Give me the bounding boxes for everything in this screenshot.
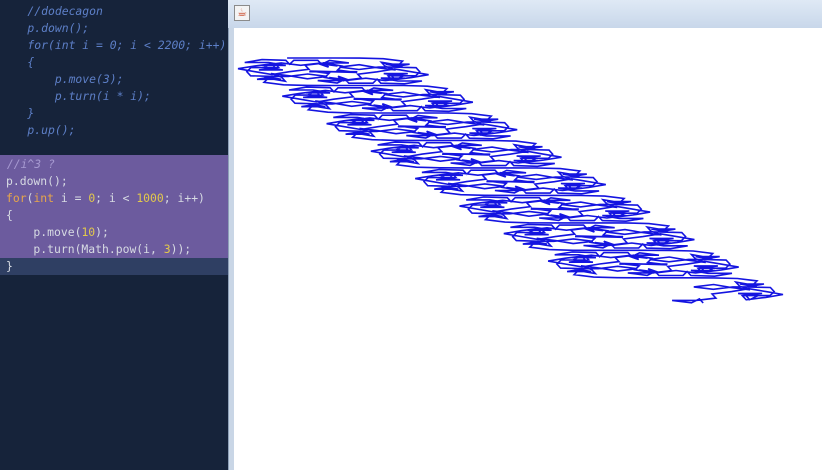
code-line[interactable]: p.down();	[6, 173, 235, 190]
code-line[interactable]: for(int i = 0; i < 1000; i++)	[6, 190, 235, 207]
code-line[interactable]: p.up();	[0, 122, 235, 139]
java-app-icon[interactable]: ☕	[234, 5, 250, 21]
title-bar[interactable]: ☕	[228, 0, 822, 28]
code-line[interactable]: {	[0, 54, 235, 71]
turtle-graphics-window[interactable]: ☕	[228, 0, 822, 470]
drawing-canvas[interactable]	[234, 28, 822, 470]
turtle-path	[237, 57, 784, 304]
code-line[interactable]: p.move(3);	[0, 71, 235, 88]
code-line[interactable]: }	[0, 105, 235, 122]
turtle-drawing	[237, 57, 784, 304]
code-line[interactable]: p.turn(i * i);	[0, 88, 235, 105]
code-line[interactable]: for(int i = 0; i < 2200; i++)	[0, 37, 235, 54]
code-editor[interactable]: //dodecagon p.down(); for(int i = 0; i <…	[0, 0, 235, 470]
code-line[interactable]: //dodecagon	[0, 3, 235, 20]
code-comment-line[interactable]: //i^3 ?	[0, 156, 235, 173]
code-line[interactable]: p.down();	[0, 20, 235, 37]
code-line[interactable]: p.move(10);	[6, 224, 235, 241]
code-line[interactable]: p.turn(Math.pow(i, 3));	[6, 241, 235, 258]
code-line[interactable]: {	[6, 207, 235, 224]
code-line[interactable]: }	[6, 258, 235, 275]
